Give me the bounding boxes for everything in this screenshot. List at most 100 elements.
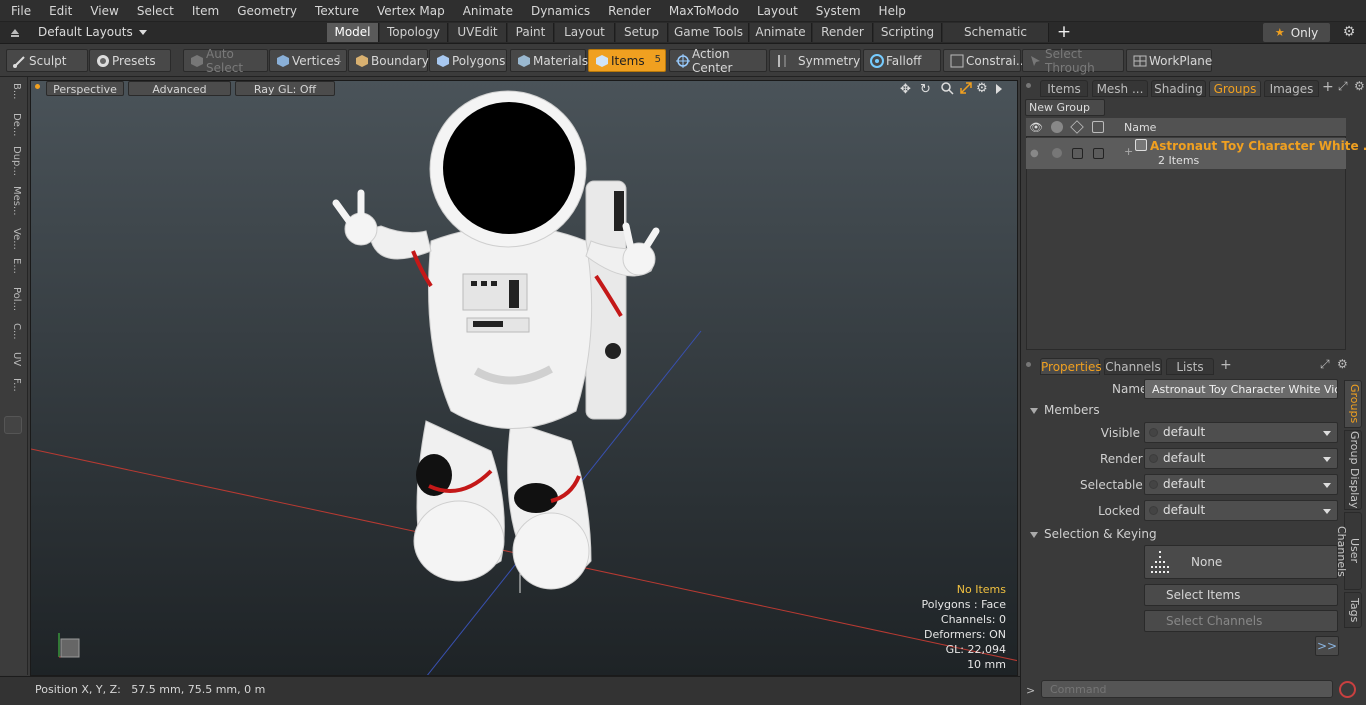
- zoom-view-icon[interactable]: [940, 81, 954, 95]
- tool-tab-dup[interactable]: Dup...: [6, 146, 22, 176]
- select-items-button[interactable]: Select Items: [1144, 584, 1338, 606]
- tab-paint[interactable]: Paint: [508, 23, 554, 42]
- menu-vertex-map[interactable]: Vertex Map: [371, 4, 451, 18]
- shading-advanced-button[interactable]: Advanced: [128, 81, 231, 96]
- add-props-tab-icon[interactable]: +: [1220, 357, 1232, 373]
- render-dropdown[interactable]: default: [1144, 448, 1338, 469]
- menu-render[interactable]: Render: [602, 4, 657, 18]
- new-group-button[interactable]: New Group: [1025, 99, 1105, 116]
- symmetry-button[interactable]: Symmetry: [769, 49, 861, 72]
- vertices-button[interactable]: Vertices 1: [269, 49, 347, 72]
- panel-gear-icon[interactable]: ⚙: [1354, 79, 1365, 93]
- viewport-menu-dot[interactable]: [35, 84, 40, 89]
- tab-uvedit[interactable]: UVEdit: [449, 23, 507, 42]
- tab-images[interactable]: Images: [1264, 80, 1319, 97]
- move-view-icon[interactable]: ✥: [900, 82, 914, 97]
- lock-column-icon[interactable]: [1092, 121, 1104, 133]
- row-visibility-eye-icon[interactable]: ●: [1030, 148, 1039, 159]
- menu-edit[interactable]: Edit: [43, 4, 78, 18]
- tab-render[interactable]: Render: [813, 23, 873, 42]
- menu-geometry[interactable]: Geometry: [231, 4, 303, 18]
- row-expand-icon[interactable]: +: [1124, 145, 1133, 158]
- only-toggle[interactable]: ★ Only: [1263, 23, 1330, 42]
- visibility-eye-icon[interactable]: 👁: [1029, 121, 1043, 134]
- tool-tab-uv[interactable]: UV: [6, 352, 22, 366]
- tab-lists[interactable]: Lists: [1166, 358, 1214, 375]
- tool-tab-mes[interactable]: Mes...: [6, 186, 22, 216]
- items-panel-dot[interactable]: [1026, 83, 1031, 88]
- menu-animate[interactable]: Animate: [457, 4, 519, 18]
- select-through-button[interactable]: Select Through: [1022, 47, 1124, 75]
- side-tab-groups[interactable]: Groups: [1344, 380, 1362, 428]
- side-tab-group-display[interactable]: Group Display: [1344, 430, 1362, 510]
- locked-dropdown[interactable]: default: [1144, 500, 1338, 521]
- panel-expand-icon[interactable]: ⤢: [1338, 79, 1348, 94]
- layout-dropdown[interactable]: Default Layouts: [38, 25, 147, 39]
- tool-tab-b[interactable]: B...: [6, 83, 22, 99]
- tab-scripting[interactable]: Scripting: [874, 23, 942, 42]
- rotate-view-icon[interactable]: ↻: [920, 82, 934, 97]
- menu-help[interactable]: Help: [873, 4, 912, 18]
- viewport-settings-gear-icon[interactable]: ⚙: [976, 81, 990, 96]
- more-button[interactable]: >>: [1315, 636, 1339, 656]
- row-render-icon[interactable]: [1052, 148, 1062, 158]
- raygl-button[interactable]: Ray GL: Off: [235, 81, 335, 96]
- props-expand-icon[interactable]: ⤢: [1320, 357, 1330, 372]
- 3d-viewport[interactable]: [30, 80, 1018, 676]
- constraints-button[interactable]: Constrai...: [943, 49, 1027, 72]
- menu-system[interactable]: System: [810, 4, 867, 18]
- tab-groups[interactable]: Groups: [1209, 80, 1261, 97]
- collapse-icon[interactable]: [9, 26, 21, 38]
- menu-maxtomodo[interactable]: MaxToModo: [663, 4, 745, 18]
- polygons-button[interactable]: Polygons: [429, 49, 507, 72]
- selectable-dropdown[interactable]: default: [1144, 474, 1338, 495]
- workplane-button[interactable]: WorkPlane: [1126, 49, 1212, 72]
- view-perspective-button[interactable]: Perspective: [46, 81, 124, 96]
- menu-view[interactable]: View: [84, 4, 124, 18]
- row-lock-checkbox[interactable]: [1093, 148, 1104, 159]
- tool-expand-button[interactable]: [4, 416, 22, 434]
- tool-tab-pol[interactable]: Pol...: [6, 287, 22, 311]
- tab-items[interactable]: Items: [1040, 80, 1088, 97]
- viewport-arrow-icon[interactable]: [996, 84, 1002, 94]
- props-panel-dot[interactable]: [1026, 362, 1031, 367]
- auto-select-button[interactable]: Auto Select: [183, 47, 268, 75]
- presets-button[interactable]: Presets: [89, 49, 171, 72]
- menu-file[interactable]: File: [5, 4, 37, 18]
- menu-layout[interactable]: Layout: [751, 4, 804, 18]
- tool-tab-c[interactable]: C...: [6, 323, 22, 340]
- tab-layout[interactable]: Layout: [555, 23, 615, 42]
- select-channels-button[interactable]: Select Channels: [1144, 610, 1338, 632]
- add-panel-tab-icon[interactable]: +: [1322, 79, 1334, 95]
- props-gear-icon[interactable]: ⚙: [1337, 357, 1348, 371]
- members-section[interactable]: Members: [1030, 403, 1100, 417]
- tool-tab-e[interactable]: E...: [6, 258, 22, 274]
- row-select-checkbox[interactable]: [1072, 148, 1083, 159]
- maximize-view-icon[interactable]: [959, 81, 973, 95]
- tool-tab-de[interactable]: De...: [6, 113, 22, 136]
- tab-shading[interactable]: Shading: [1151, 80, 1206, 97]
- tab-channels[interactable]: Channels: [1104, 358, 1162, 375]
- menu-dynamics[interactable]: Dynamics: [525, 4, 596, 18]
- visible-dropdown[interactable]: default: [1144, 422, 1338, 443]
- record-icon[interactable]: [1339, 681, 1356, 698]
- materials-button[interactable]: Materials: [510, 49, 588, 72]
- tab-schematic-fusion[interactable]: Schematic Fusion: [943, 23, 1049, 58]
- group-name-input[interactable]: [1144, 379, 1338, 399]
- side-tab-tags[interactable]: Tags: [1344, 592, 1362, 628]
- command-input[interactable]: [1041, 680, 1333, 698]
- menu-texture[interactable]: Texture: [309, 4, 365, 18]
- tab-setup[interactable]: Setup: [616, 23, 668, 42]
- items-button[interactable]: Items 5: [588, 49, 666, 72]
- add-tab-icon[interactable]: +: [1055, 23, 1073, 42]
- side-tab-user-channels[interactable]: User Channels: [1335, 512, 1362, 590]
- menu-select[interactable]: Select: [131, 4, 180, 18]
- action-center-button[interactable]: Action Center: [669, 47, 767, 75]
- tab-game-tools[interactable]: Game Tools: [669, 23, 749, 42]
- menu-item[interactable]: Item: [186, 4, 225, 18]
- tool-tab-ve[interactable]: Ve...: [6, 228, 22, 250]
- tool-tab-f[interactable]: F...: [6, 378, 22, 392]
- selection-keying-section[interactable]: Selection & Keying: [1030, 527, 1157, 541]
- tab-mesh[interactable]: Mesh ...: [1092, 80, 1148, 97]
- sculpt-button[interactable]: Sculpt: [6, 49, 88, 72]
